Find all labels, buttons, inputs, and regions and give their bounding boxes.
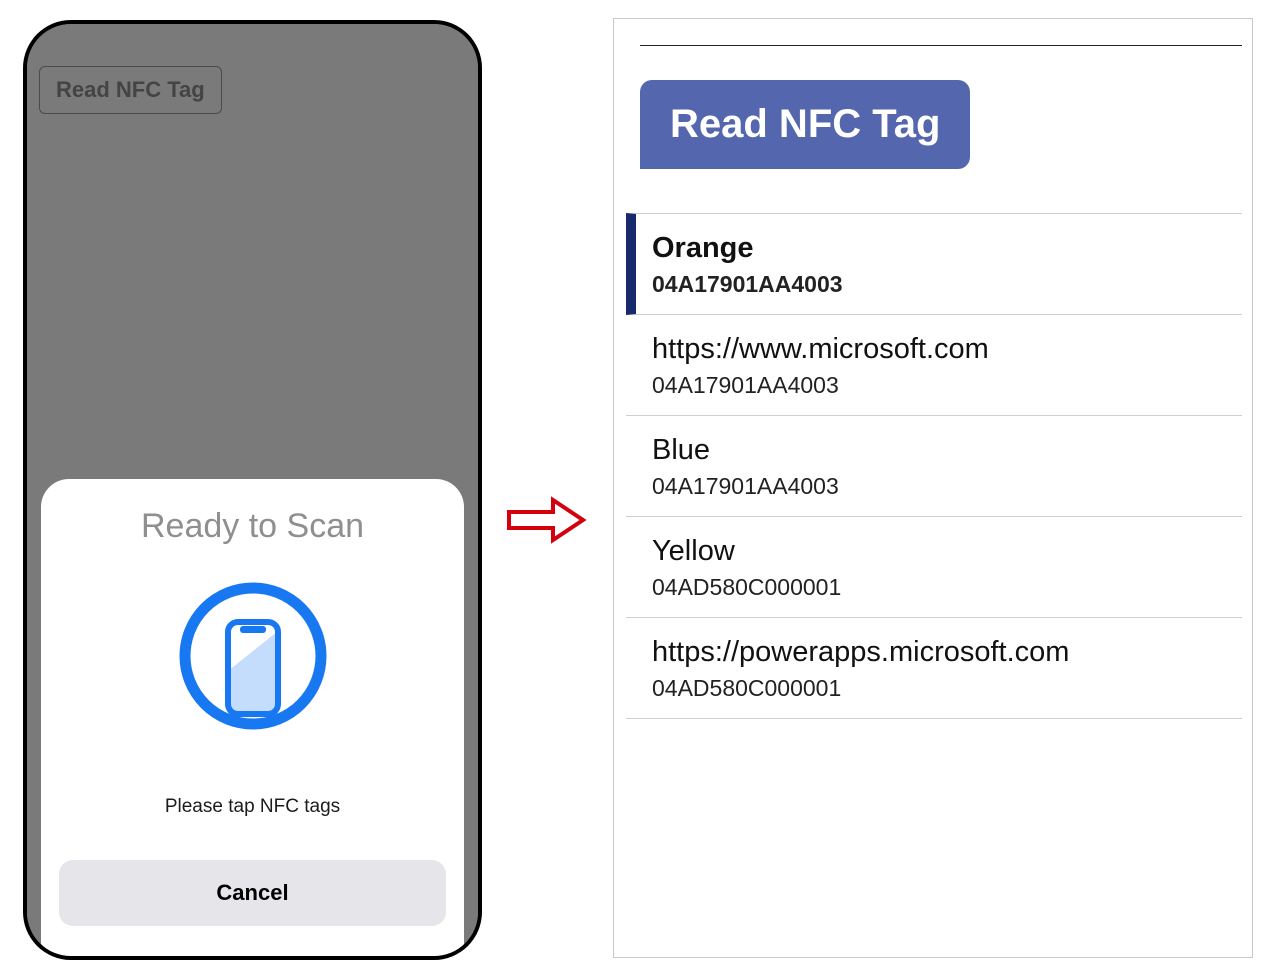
list-item-secondary: 04A17901AA4003 (652, 372, 1242, 399)
list-item-secondary: 04A17901AA4003 (652, 473, 1242, 500)
list-item[interactable]: https://www.microsoft.com 04A17901AA4003 (626, 315, 1242, 416)
list-item-primary: https://powerapps.microsoft.com (652, 636, 1242, 669)
results-list: Orange 04A17901AA4003 https://www.micros… (626, 213, 1242, 719)
list-item-secondary: 04A17901AA4003 (652, 271, 1242, 298)
list-item-primary: https://www.microsoft.com (652, 333, 1242, 366)
scan-sheet-title: Ready to Scan (59, 507, 446, 546)
list-item-secondary: 04AD580C000001 (652, 675, 1242, 702)
scan-sheet-subtitle: Please tap NFC tags (59, 796, 446, 818)
cancel-button[interactable]: Cancel (59, 860, 446, 926)
results-panel: Read NFC Tag Orange 04A17901AA4003 https… (613, 18, 1253, 958)
cancel-button-label: Cancel (216, 880, 288, 905)
read-nfc-button[interactable]: Read NFC Tag (640, 80, 970, 169)
list-item[interactable]: https://powerapps.microsoft.com 04AD580C… (626, 618, 1242, 719)
arrow-icon (507, 496, 587, 549)
list-item[interactable]: Orange 04A17901AA4003 (626, 213, 1242, 315)
phone-frame: Read NFC Tag Ready to Scan Please tap NF… (23, 20, 482, 960)
list-item[interactable]: Blue 04A17901AA4003 (626, 416, 1242, 517)
list-item-primary: Blue (652, 434, 1242, 467)
phone-screen: Read NFC Tag Ready to Scan Please tap NF… (27, 24, 478, 956)
list-item-primary: Yellow (652, 535, 1242, 568)
panel-divider (640, 45, 1242, 46)
list-item[interactable]: Yellow 04AD580C000001 (626, 517, 1242, 618)
scan-sheet: Ready to Scan Please tap NFC tags Cancel (41, 479, 464, 956)
list-item-primary: Orange (652, 232, 1242, 265)
list-item-secondary: 04AD580C000001 (652, 574, 1242, 601)
read-nfc-button-label: Read NFC Tag (670, 102, 940, 146)
scan-phone-icon (173, 576, 333, 746)
